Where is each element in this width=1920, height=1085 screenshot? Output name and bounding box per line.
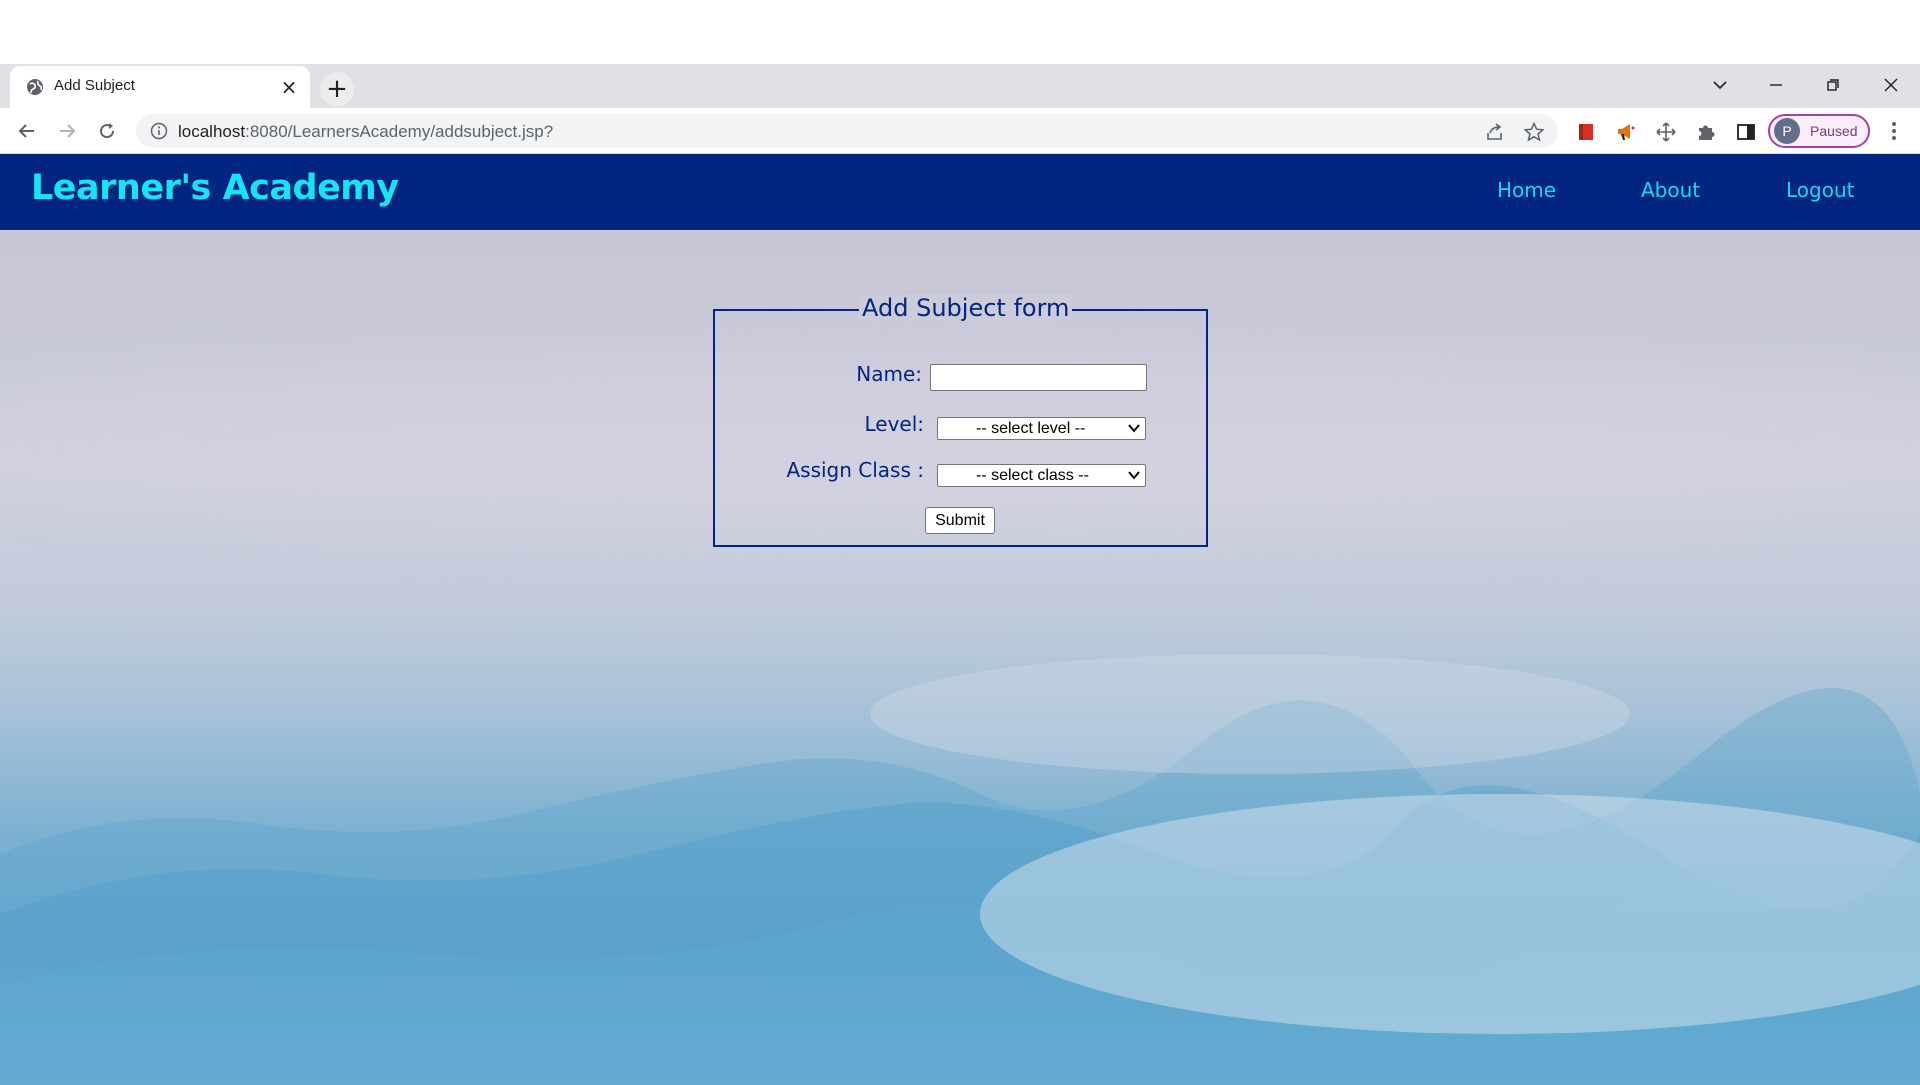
star-icon[interactable] [1523,121,1545,143]
url-host: localhost [178,122,246,141]
restore-icon[interactable] [1813,70,1853,100]
forward-arrow-icon[interactable] [52,116,82,146]
class-select[interactable]: -- select class -- [937,464,1146,487]
form-legend: Add Subject form [859,294,1073,322]
page-viewport: Learner's Academy Home About Logout Add … [0,154,1920,1085]
profile-status: Paused [1810,123,1858,139]
info-icon[interactable] [150,122,168,140]
screen-top-margin [0,0,1920,64]
site-brand[interactable]: Learner's Academy [31,168,399,208]
megaphone-extension-icon[interactable] [1614,120,1638,144]
address-bar[interactable]: localhost:8080/LearnersAcademy/addsubjec… [136,114,1558,148]
globe-icon [27,79,43,95]
red-book-extension-icon[interactable] [1574,120,1598,144]
close-window-icon[interactable] [1871,70,1911,100]
share-icon[interactable] [1484,121,1506,143]
reload-icon[interactable] [92,116,122,146]
nav-link-home[interactable]: Home [1497,178,1556,202]
level-select[interactable]: -- select level -- [937,417,1146,440]
chevron-down-icon [1128,424,1140,433]
name-label: Name: [856,362,922,386]
nav-link-about[interactable]: About [1641,178,1700,202]
url-path: :8080/LearnersAcademy/addsubject.jsp? [245,122,554,141]
tab-title: Add Subject [54,77,135,94]
back-arrow-icon[interactable] [12,116,42,146]
move-extension-icon[interactable] [1654,120,1678,144]
profile-button[interactable]: P Paused [1768,114,1870,148]
name-input[interactable] [930,364,1147,391]
tab-close-icon[interactable]: × [278,76,300,98]
side-panel-icon[interactable] [1734,120,1758,144]
minimize-icon[interactable] [1756,70,1796,100]
site-header: Learner's Academy Home About Logout [0,154,1920,230]
url-text: localhost:8080/LearnersAcademy/addsubjec… [178,122,553,142]
kebab-menu-icon[interactable] [1882,118,1906,144]
add-subject-fieldset: Add Subject form Name: Level: -- select … [713,294,1208,547]
browser-toolbar: localhost:8080/LearnersAcademy/addsubjec… [0,108,1920,154]
browser-tab[interactable]: Add Subject × [10,66,310,108]
puzzle-icon[interactable] [1694,120,1718,144]
level-label: Level: [864,412,924,436]
submit-button[interactable]: Submit [925,507,995,534]
avatar: P [1774,118,1800,144]
new-tab-button[interactable]: + [320,72,354,106]
browser-tab-bar: Add Subject × + [0,64,1920,108]
nav-link-logout[interactable]: Logout [1786,178,1854,202]
level-select-value: -- select level -- [976,420,1086,437]
tab-search-chevron-down-icon[interactable] [1700,70,1740,100]
class-select-value: -- select class -- [976,467,1089,484]
assign-class-label: Assign Class : [786,458,924,482]
chevron-down-icon [1128,471,1140,480]
